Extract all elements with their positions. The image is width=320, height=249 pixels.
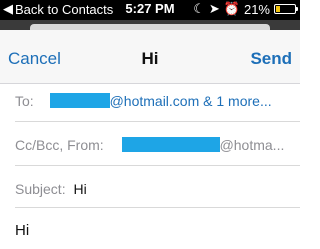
divider [15,207,300,208]
to-field[interactable]: To: @hotmail.com & 1 more... [15,93,300,109]
battery-icon [274,4,298,14]
cancel-button[interactable]: Cancel [8,49,61,69]
back-chevron-icon: ◀ [3,1,13,16]
send-button[interactable]: Send [250,49,292,69]
divider [15,165,300,166]
do-not-disturb-icon: ☾ [193,1,205,16]
compose-nav-bar: Cancel Hi Send [0,30,300,84]
divider [15,121,300,122]
redacted-recipient [49,93,110,108]
redacted-sender [121,137,220,152]
back-to-app-button[interactable]: ◀ Back to Contacts [3,1,113,17]
alarm-icon: ⏰ [223,1,240,16]
subject-label: Subject: [15,181,66,197]
to-label: To: [15,93,34,109]
subject-field[interactable]: Subject: Hi [15,181,300,197]
status-bar: ◀ Back to Contacts 5:27 PM ☾ ➤ ⏰ 21% [0,0,300,20]
location-icon: ➤ [208,1,220,16]
to-recipients[interactable]: @hotmail.com & 1 more... [110,93,272,109]
from-address: @hotma... [219,137,285,153]
cc-bcc-from-field[interactable]: Cc/Bcc, From: @hotma... [15,137,300,153]
cc-bcc-from-label: Cc/Bcc, From: [15,137,104,153]
subject-value[interactable]: Hi [73,181,86,197]
back-to-app-label: Back to Contacts [15,1,114,17]
battery-level-fill [276,6,280,12]
message-body[interactable]: Hi [15,222,29,239]
background-sheet [0,20,300,30]
battery-percent: 21% [243,1,270,17]
